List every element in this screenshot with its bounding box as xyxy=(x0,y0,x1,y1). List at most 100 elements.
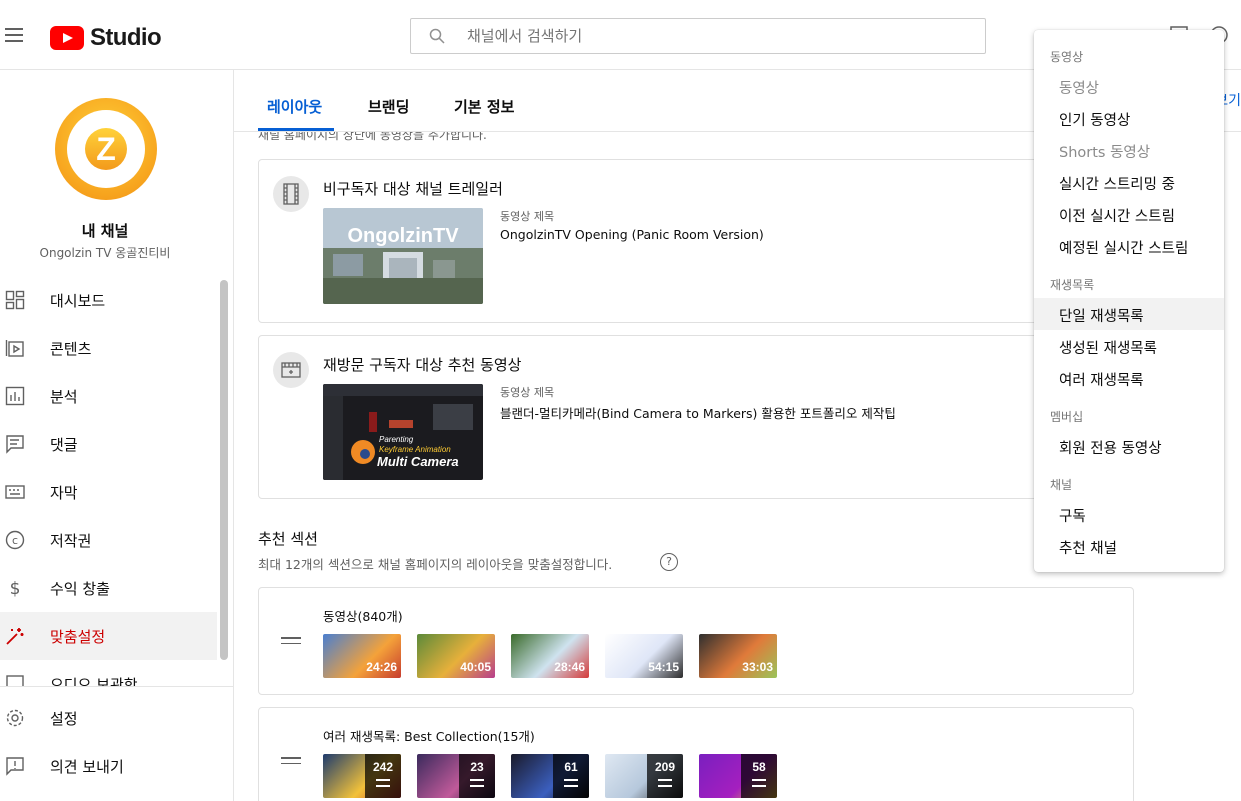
sidebar-scrollbar[interactable] xyxy=(220,280,228,660)
sidebar-item-analytics[interactable]: 분석 xyxy=(0,372,217,420)
menu-item-subscriptions[interactable]: 구독 xyxy=(1034,498,1224,530)
section-row-videos[interactable]: 동영상(840개) 24:26 40:05 28:46 54:15 33:03 xyxy=(258,587,1134,695)
menu-group-header: 멤버십 xyxy=(1050,410,1084,424)
tab-basic-info[interactable]: 기본 정보 xyxy=(454,96,514,117)
logo-text: Studio xyxy=(90,24,162,51)
menu-icon[interactable] xyxy=(5,28,23,42)
search-box[interactable] xyxy=(410,18,986,54)
sidebar-item-label: 분석 xyxy=(50,388,78,406)
menu-group-header: 재생목록 xyxy=(1050,278,1095,292)
menu-item-multiple-playlists[interactable]: 여러 재생목록 xyxy=(1034,362,1224,394)
video-thumbnail[interactable]: 24:26 xyxy=(323,634,401,678)
analytics-icon xyxy=(5,386,25,406)
sidebar-item-customization[interactable]: 맞춤설정 xyxy=(0,612,217,660)
menu-group-header: 동영상 xyxy=(1050,50,1084,64)
studio-logo[interactable]: Studio xyxy=(50,24,162,52)
video-duration: 33:03 xyxy=(742,660,773,674)
featured-thumb-line2: Keyframe Animation xyxy=(379,445,451,454)
sidebar-item-label: 콘텐츠 xyxy=(50,340,92,358)
sidebar-item-copyright[interactable]: c 저작권 xyxy=(0,516,217,564)
section-row-title: 여러 재생목록: Best Collection(15개) xyxy=(323,729,535,744)
trailer-card: 비구독자 대상 채널 트레일러 OngolzinTV 동영상 제목 Ongolz… xyxy=(258,159,1134,323)
sidebar-item-label: 맞춤설정 xyxy=(50,628,106,646)
featured-thumb-line1: Parenting xyxy=(379,435,414,444)
video-duration: 54:15 xyxy=(648,660,679,674)
trailer-video-title: OngolzinTV Opening (Panic Room Version) xyxy=(500,227,764,242)
playlist-count: 242 xyxy=(365,754,401,798)
youtube-logo-icon xyxy=(50,26,84,50)
menu-item-created-playlists[interactable]: 생성된 재생목록 xyxy=(1034,330,1224,362)
sidebar-item-monetization[interactable]: $ 수익 창출 xyxy=(0,564,217,612)
trailer-video-label: 동영상 제목 xyxy=(500,210,555,223)
sidebar-item-label: 의견 보내기 xyxy=(50,758,124,776)
customization-icon xyxy=(6,628,24,645)
copyright-icon: c xyxy=(5,530,25,550)
featured-video-title: 블랜더-멀티카메라(Bind Camera to Markers) 활용한 포트… xyxy=(500,406,896,421)
trailer-thumb-text: OngolzinTV xyxy=(347,225,459,247)
sidebar-nav: 대시보드 콘텐츠 분석 댓글 자막 c 저작권 $ 수익 창출 맞춤설정 오디오… xyxy=(0,276,217,708)
sidebar-item-settings[interactable]: 설정 xyxy=(0,694,233,742)
playlist-count: 23 xyxy=(459,754,495,798)
menu-item-popular-videos[interactable]: 인기 동영상 xyxy=(1034,102,1224,134)
search-input[interactable] xyxy=(467,25,967,47)
menu-item-past-live[interactable]: 이전 실시간 스트림 xyxy=(1034,198,1224,230)
playlist-count: 61 xyxy=(553,754,589,798)
menu-item-members-only[interactable]: 회원 전용 동영상 xyxy=(1034,430,1224,462)
menu-item-upcoming-live[interactable]: 예정된 실시간 스트림 xyxy=(1034,230,1224,262)
avatar-ring: Z xyxy=(67,110,145,188)
video-thumbnail[interactable]: 54:15 xyxy=(605,634,683,678)
playlist-thumbnail[interactable]: 209 xyxy=(605,754,683,798)
playlist-thumbnail[interactable]: 23 xyxy=(417,754,495,798)
trailer-title: 비구독자 대상 채널 트레일러 xyxy=(323,180,503,198)
trailer-icon xyxy=(273,176,309,212)
video-thumbnail[interactable]: 33:03 xyxy=(699,634,777,678)
drag-handle-icon[interactable] xyxy=(281,757,301,765)
featured-video-card: 재방문 구독자 대상 추천 동영상 Parenting Keyframe Ani… xyxy=(258,335,1134,499)
drag-handle-icon[interactable] xyxy=(281,637,301,645)
menu-item-shorts[interactable]: Shorts 동영상 xyxy=(1034,134,1224,166)
tab-branding[interactable]: 브랜딩 xyxy=(368,96,409,117)
trailer-thumbnail[interactable]: OngolzinTV xyxy=(323,208,483,304)
comments-icon xyxy=(6,435,24,454)
active-tab-indicator xyxy=(258,128,334,131)
playlist-thumbnail[interactable]: 242 xyxy=(323,754,401,798)
dashboard-icon xyxy=(5,290,25,310)
sidebar-item-label: 자막 xyxy=(50,484,78,502)
menu-item-single-playlist[interactable]: 단일 재생목록 xyxy=(1034,298,1224,330)
sidebar-item-comments[interactable]: 댓글 xyxy=(0,420,217,468)
help-icon[interactable]: ? xyxy=(660,553,678,571)
video-thumbnail[interactable]: 28:46 xyxy=(511,634,589,678)
featured-title: 재방문 구독자 대상 추천 동영상 xyxy=(323,356,522,374)
playlist-thumbnail[interactable]: 58 xyxy=(699,754,777,798)
add-section-menu: 동영상 동영상 인기 동영상 Shorts 동영상 실시간 스트리밍 중 이전 … xyxy=(1034,30,1224,572)
video-duration: 40:05 xyxy=(460,660,491,674)
sidebar-item-subtitles[interactable]: 자막 xyxy=(0,468,217,516)
sidebar-item-label: 대시보드 xyxy=(50,292,106,310)
svg-text:$: $ xyxy=(10,579,21,598)
settings-icon xyxy=(6,709,24,727)
video-duration: 24:26 xyxy=(366,660,397,674)
video-thumbnail[interactable]: 40:05 xyxy=(417,634,495,678)
sidebar-item-dashboard[interactable]: 대시보드 xyxy=(0,276,217,324)
tab-layout[interactable]: 레이아웃 xyxy=(267,96,322,117)
sidebar-item-label: 저작권 xyxy=(50,532,92,550)
video-duration: 28:46 xyxy=(554,660,585,674)
subtitles-icon xyxy=(5,485,25,499)
sidebar-item-label: 댓글 xyxy=(50,436,78,454)
menu-item-live-now[interactable]: 실시간 스트리밍 중 xyxy=(1034,166,1224,198)
sidebar-item-label: 수익 창출 xyxy=(50,580,110,598)
channel-avatar[interactable]: Z xyxy=(55,98,157,200)
playlist-thumbnail[interactable]: 61 xyxy=(511,754,589,798)
monetization-icon: $ xyxy=(10,579,21,598)
menu-item-videos[interactable]: 동영상 xyxy=(1034,70,1224,102)
channel-name: Ongolzin TV 옹골진티비 xyxy=(39,246,171,260)
featured-thumbnail[interactable]: Parenting Keyframe Animation Multi Camer… xyxy=(323,384,483,480)
section-row-playlists[interactable]: 여러 재생목록: Best Collection(15개) 242 23 61 … xyxy=(258,707,1134,801)
sidebar-item-feedback[interactable]: 의견 보내기 xyxy=(0,742,233,790)
featured-video-icon xyxy=(273,352,309,388)
sidebar-item-content[interactable]: 콘텐츠 xyxy=(0,324,217,372)
search-icon xyxy=(429,28,445,44)
menu-item-featured-channels[interactable]: 추천 채널 xyxy=(1034,530,1224,562)
menu-group-header: 채널 xyxy=(1050,478,1073,492)
svg-text:c: c xyxy=(12,534,18,547)
